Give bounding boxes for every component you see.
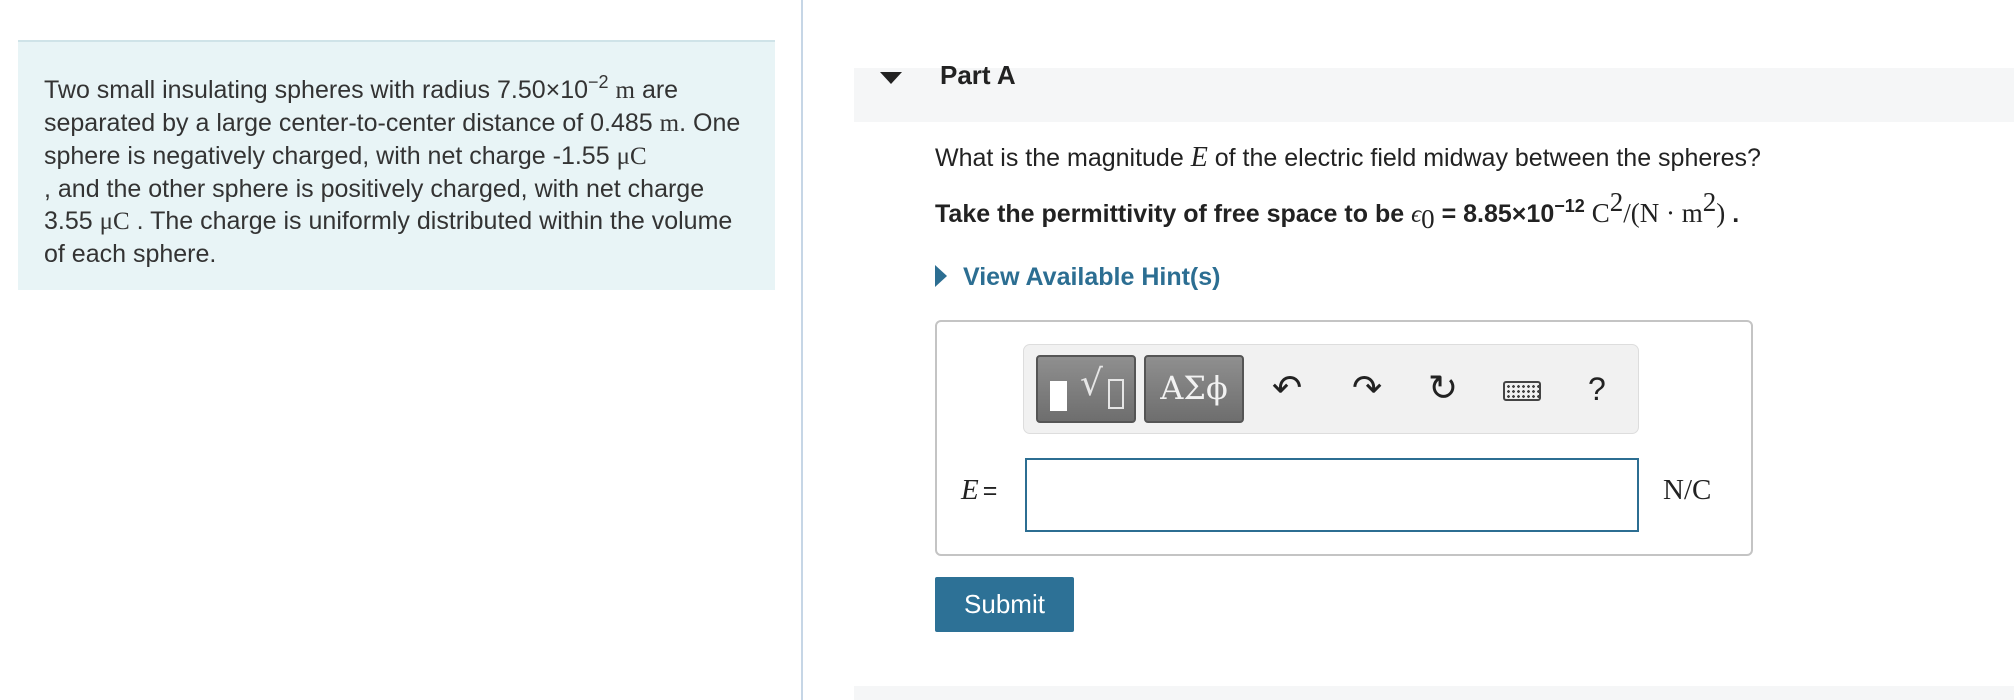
epsilon-subscript: 0 xyxy=(1421,204,1435,234)
view-hints-link[interactable]: View Available Hint(s) xyxy=(935,263,1220,292)
answer-variable: E xyxy=(961,474,979,506)
radius-exponent: −2 xyxy=(588,71,609,92)
permittivity-pre: Take the permittivity of free space to b… xyxy=(935,200,1405,228)
permittivity-value: = 8.85×10 xyxy=(1441,200,1555,228)
hint-label: View Available Hint(s) xyxy=(963,263,1221,291)
next-part-header xyxy=(854,686,2014,700)
answer-unit: N/C xyxy=(1663,474,1712,506)
math-toolbar: √ ΑΣϕ ↶ ↷ ↻ ? xyxy=(1023,344,1639,434)
expand-arrow-icon xyxy=(935,265,947,288)
help-icon[interactable]: ? xyxy=(1588,367,1606,411)
problem-text-5: . The charge is uniformly distributed wi… xyxy=(44,207,733,268)
keyboard-icon[interactable] xyxy=(1503,381,1541,401)
undo-icon[interactable]: ↶ xyxy=(1272,367,1302,411)
question-text: What is the magnitude E of the electric … xyxy=(935,142,1761,174)
problem-text-1: Two small insulating spheres with radius… xyxy=(44,76,589,104)
templates-icon xyxy=(1050,381,1067,411)
templates-button[interactable]: √ xyxy=(1036,355,1136,423)
unit-coulomb-exp: 2 xyxy=(1609,187,1624,218)
part-header[interactable]: Part A xyxy=(854,60,2014,122)
problem-statement: Two small insulating spheres with radius… xyxy=(18,40,775,290)
greek-letters-button[interactable]: ΑΣϕ xyxy=(1144,355,1244,423)
permittivity-period: . xyxy=(1732,200,1740,228)
epsilon-symbol: ϵ xyxy=(1411,201,1422,228)
column-divider xyxy=(801,0,803,700)
collapse-arrow-icon[interactable] xyxy=(880,72,902,84)
equals-sign: = xyxy=(982,477,998,505)
question-post: of the electric field midway between the… xyxy=(1214,144,1761,172)
unit-meters: m xyxy=(615,77,635,104)
question-pre: What is the magnitude xyxy=(935,144,1184,172)
unit-newton-meter: /(N · m xyxy=(1623,198,1703,228)
answer-box: √ ΑΣϕ ↶ ↷ ↻ ? E = N/C xyxy=(935,320,1753,556)
question-variable: E xyxy=(1190,142,1208,173)
reset-icon[interactable]: ↻ xyxy=(1428,367,1458,411)
unit-meter-exp: 2 xyxy=(1702,187,1717,218)
permittivity-exponent: −12 xyxy=(1554,195,1585,216)
greek-letters-icon: ΑΣϕ xyxy=(1160,369,1228,407)
radical-icon: √ xyxy=(1080,363,1103,404)
permittivity-note: Take the permittivity of free space to b… xyxy=(935,189,1740,233)
answer-input[interactable] xyxy=(1025,458,1639,532)
unit-close-paren: ) xyxy=(1716,198,1726,228)
unit-coulomb: C xyxy=(1591,198,1610,228)
unit-meters-2: m xyxy=(659,110,680,137)
redo-icon[interactable]: ↷ xyxy=(1352,367,1382,411)
answer-variable-label: E = xyxy=(961,474,997,507)
unit-microcoulomb: μC xyxy=(616,143,647,170)
part-title: Part A xyxy=(940,60,1016,90)
submit-button[interactable]: Submit xyxy=(935,577,1074,632)
unit-microcoulomb-2: μC xyxy=(99,208,130,235)
placeholder-box-icon xyxy=(1108,379,1124,409)
